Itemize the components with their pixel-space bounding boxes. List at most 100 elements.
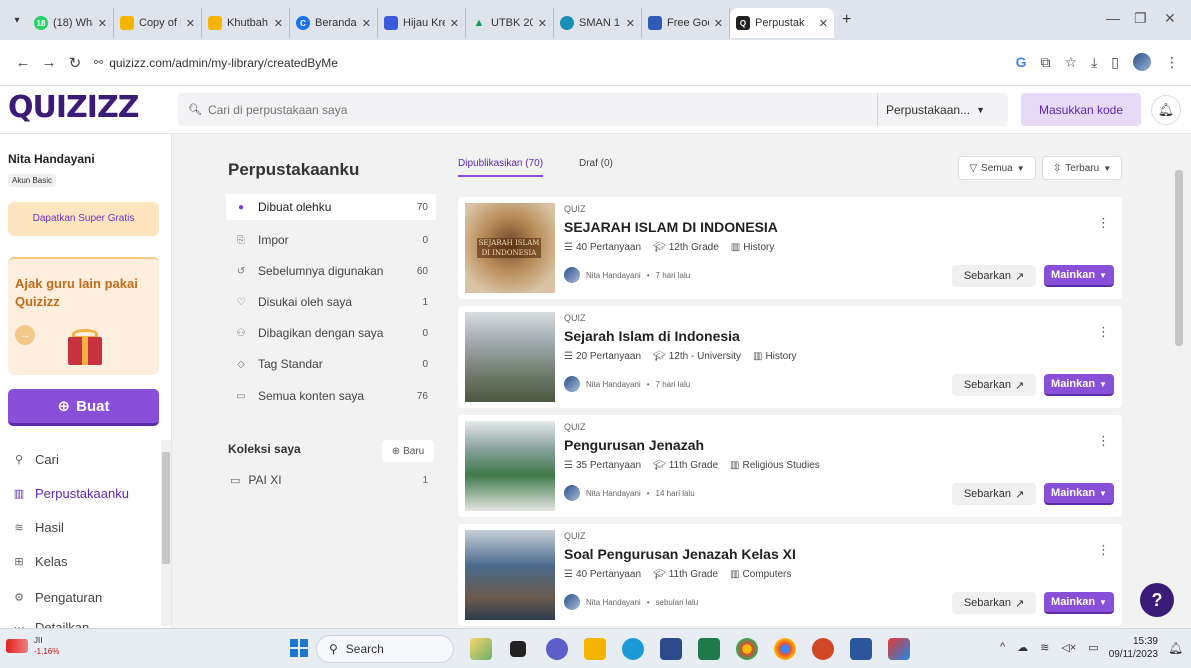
filter-all-content[interactable]: ▭ Semua konten saya 76: [226, 383, 436, 409]
collection-item[interactable]: ▭ PAI XI 1: [230, 473, 436, 487]
restore-icon[interactable]: ❐: [1134, 10, 1147, 27]
clock[interactable]: 15:39 09/11/2023: [1098, 635, 1158, 661]
notification-bell-icon[interactable]: 🔔︎: [1151, 95, 1181, 125]
taskbar-search[interactable]: ⚲ Search: [316, 635, 454, 663]
tab-published[interactable]: Dipublikasikan (70): [458, 158, 544, 177]
share-button[interactable]: Sebarkan ↗: [952, 374, 1036, 396]
browser-tab[interactable]: ▲ UTBK 202 ✕: [466, 8, 554, 38]
chrome-icon[interactable]: [736, 638, 758, 660]
close-icon[interactable]: ✕: [362, 17, 371, 30]
invite-teachers-promo[interactable]: Ajak guru lain pakai Quizizz →: [8, 257, 159, 375]
browser-menu-icon[interactable]: ⋮: [1165, 54, 1179, 71]
sidebar-item-detailkan[interactable]: ⋯ Detailkan: [12, 620, 90, 628]
reload-icon[interactable]: ↻: [62, 54, 88, 72]
close-icon[interactable]: ✕: [626, 17, 635, 30]
quiz-title[interactable]: Sejarah Islam di Indonesia: [564, 328, 740, 344]
main-scrollbar[interactable]: [1172, 150, 1186, 628]
back-icon[interactable]: ←: [10, 54, 36, 71]
filter-import[interactable]: ⎘ Impor 0: [226, 227, 436, 253]
new-tab-button[interactable]: +: [842, 11, 851, 29]
new-collection-button[interactable]: ⊕ Baru: [382, 440, 434, 462]
more-options-icon[interactable]: ⋮: [1097, 542, 1110, 558]
help-button[interactable]: ?: [1140, 583, 1174, 617]
notification-bell-icon[interactable]: 🔔︎: [1168, 641, 1183, 655]
window-close-icon[interactable]: ✕: [1164, 10, 1176, 27]
speaker-icon[interactable]: ◁×: [1061, 641, 1076, 654]
more-options-icon[interactable]: ⋮: [1097, 433, 1110, 449]
word-icon[interactable]: [850, 638, 872, 660]
filter-shared-with-me[interactable]: ⚇ Dibagikan dengan saya 0: [226, 320, 436, 346]
minimize-icon[interactable]: —: [1106, 10, 1120, 26]
stock-widget[interactable]: JII -1,16%: [6, 635, 59, 657]
close-icon[interactable]: ✕: [450, 17, 459, 30]
create-button[interactable]: ⊕ Buat: [8, 389, 159, 426]
play-button[interactable]: Mainkan ▼: [1044, 592, 1114, 614]
chrome-profile-icon[interactable]: [774, 638, 796, 660]
store-icon[interactable]: [660, 638, 682, 660]
quizizz-logo[interactable]: QUIZIZZ: [8, 90, 139, 125]
browser-tab[interactable]: Copy of K ✕: [114, 8, 202, 38]
share-button[interactable]: Sebarkan ↗: [952, 592, 1036, 614]
forward-icon[interactable]: →: [36, 54, 62, 71]
quiz-card[interactable]: QUIZ Sejarah Islam di Indonesia ☰ 20 Pert…: [458, 306, 1122, 408]
sidebar-item-pengaturan[interactable]: ⚙ Pengaturan: [12, 590, 102, 605]
scrollbar-thumb[interactable]: [162, 452, 170, 564]
play-button[interactable]: Mainkan ▼: [1044, 374, 1114, 396]
more-options-icon[interactable]: ⋮: [1097, 324, 1110, 340]
chat-icon[interactable]: [546, 638, 568, 660]
library-scope-select[interactable]: Perpustakaan... ▼: [877, 93, 1007, 126]
quiz-title[interactable]: Soal Pengurusan Jenazah Kelas XI: [564, 546, 796, 562]
quiz-title[interactable]: Pengurusan Jenazah: [564, 437, 704, 453]
sort-dropdown[interactable]: ⇳ Terbaru ▼: [1042, 156, 1122, 180]
google-icon[interactable]: G: [1016, 54, 1027, 70]
filter-liked[interactable]: ♡ Disukai oleh saya 1: [226, 289, 436, 315]
side-panel-icon[interactable]: ▯: [1111, 54, 1119, 71]
file-explorer-icon[interactable]: [584, 638, 606, 660]
task-view-icon[interactable]: [510, 641, 526, 657]
close-icon[interactable]: ✕: [186, 17, 195, 30]
site-info-icon[interactable]: ⚯: [94, 56, 103, 69]
browser-tab[interactable]: Free Goo ✕: [642, 8, 730, 38]
quiz-title[interactable]: SEJARAH ISLAM DI INDONESIA: [564, 219, 778, 235]
cloud-icon[interactable]: ☁: [1017, 641, 1028, 654]
browser-tab[interactable]: SMAN 1 C ✕: [554, 8, 642, 38]
share-button[interactable]: Sebarkan ↗: [952, 483, 1036, 505]
tab-search-button[interactable]: ▾: [6, 9, 28, 31]
translate-icon[interactable]: ⧉: [1041, 54, 1051, 71]
quiz-card[interactable]: SEJARAH ISLAM DI INDONESIA QUIZ SEJARAH …: [458, 197, 1122, 299]
app-l-icon[interactable]: [698, 638, 720, 660]
close-icon[interactable]: ✕: [274, 17, 283, 30]
wifi-icon[interactable]: ≋: [1040, 641, 1049, 654]
play-button[interactable]: Mainkan ▼: [1044, 265, 1114, 287]
play-button[interactable]: Mainkan ▼: [1044, 483, 1114, 505]
filter-standard-tags[interactable]: ◇ Tag Standar 0: [226, 351, 436, 377]
close-icon[interactable]: ✕: [819, 17, 828, 30]
sidebar-item-hasil[interactable]: ≋ Hasil: [12, 520, 64, 535]
browser-tab[interactable]: Khutbah, ✕: [202, 8, 290, 38]
get-super-button[interactable]: Dapatkan Super Gratis: [8, 202, 159, 236]
snipping-tool-icon[interactable]: [888, 638, 910, 660]
url-text[interactable]: quizizz.com/admin/my-library/createdByMe: [109, 56, 338, 70]
close-icon[interactable]: ✕: [538, 17, 547, 30]
bookmark-star-icon[interactable]: ☆: [1065, 54, 1078, 71]
share-button[interactable]: Sebarkan ↗: [952, 265, 1036, 287]
arrow-right-icon[interactable]: →: [15, 325, 35, 345]
url-field[interactable]: ⚯ quizizz.com/admin/my-library/createdBy…: [94, 56, 338, 70]
more-options-icon[interactable]: ⋮: [1097, 215, 1110, 231]
windows-start-icon[interactable]: [290, 639, 308, 657]
chevron-up-icon[interactable]: ^: [1000, 641, 1005, 654]
close-icon[interactable]: ✕: [714, 17, 723, 30]
close-icon[interactable]: ✕: [98, 17, 107, 30]
search-input[interactable]: [207, 102, 888, 117]
filter-previously-used[interactable]: ↺ Sebelumnya digunakan 60: [226, 258, 436, 284]
sidebar-item-kelas[interactable]: ⊞ Kelas: [12, 554, 67, 569]
browser-tab-active[interactable]: Q Perpustak ✕: [730, 8, 834, 38]
sidebar-item-cari[interactable]: ⚲ Cari: [12, 452, 59, 467]
download-icon[interactable]: ⤓: [1091, 54, 1097, 71]
enter-code-button[interactable]: Masukkan kode: [1021, 93, 1141, 126]
tab-draft[interactable]: Draf (0): [579, 158, 613, 169]
browser-tab[interactable]: Hijau Kre ✕: [378, 8, 466, 38]
filter-created-by-me[interactable]: ● Dibuat olehku 70: [226, 194, 436, 220]
quiz-card[interactable]: QUIZ Soal Pengurusan Jenazah Kelas XI ☰ 4…: [458, 524, 1122, 626]
profile-avatar[interactable]: [1133, 53, 1151, 71]
